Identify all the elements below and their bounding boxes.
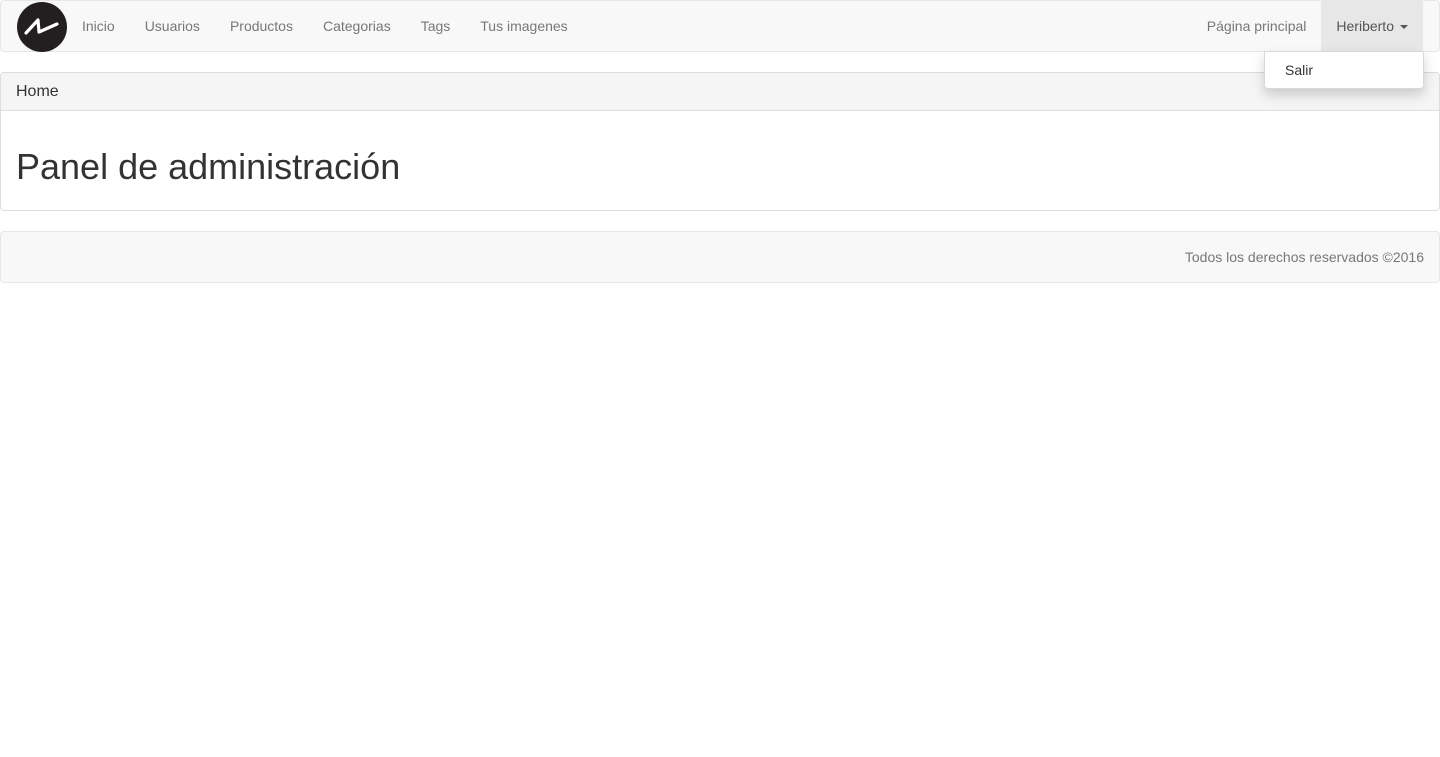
nav-tus-imagenes[interactable]: Tus imagenes — [465, 1, 582, 51]
admin-panel: Home Panel de administración — [0, 72, 1440, 211]
page-title: Panel de administración — [16, 146, 401, 187]
nav-inicio[interactable]: Inicio — [67, 1, 130, 51]
nav-pagina-principal[interactable]: Página principal — [1192, 1, 1322, 51]
footer: Todos los derechos reservados ©2016 — [0, 231, 1440, 283]
brand-logo-icon — [17, 2, 67, 52]
user-nav: Página principal Heriberto — [1192, 1, 1423, 51]
main-nav: Inicio Usuarios Productos Categorias Tag… — [67, 1, 583, 51]
logout-menu-item[interactable]: Salir — [1265, 57, 1423, 83]
caret-down-icon — [1400, 25, 1408, 30]
nav-tags[interactable]: Tags — [406, 1, 466, 51]
user-name: Heriberto — [1336, 18, 1394, 34]
user-dropdown-menu: Salir — [1264, 51, 1424, 89]
copyright-text: Todos los derechos reservados ©2016 — [1184, 249, 1424, 265]
nav-categorias[interactable]: Categorias — [308, 1, 406, 51]
top-navbar: Inicio Usuarios Productos Categorias Tag… — [0, 0, 1440, 52]
panel-heading: Home — [1, 73, 1439, 111]
panel-body: Panel de administración — [1, 147, 1439, 187]
nav-usuarios[interactable]: Usuarios — [130, 1, 215, 51]
user-menu-toggle[interactable]: Heriberto — [1321, 1, 1423, 51]
nav-productos[interactable]: Productos — [215, 1, 308, 51]
brand-logo[interactable] — [16, 2, 68, 52]
